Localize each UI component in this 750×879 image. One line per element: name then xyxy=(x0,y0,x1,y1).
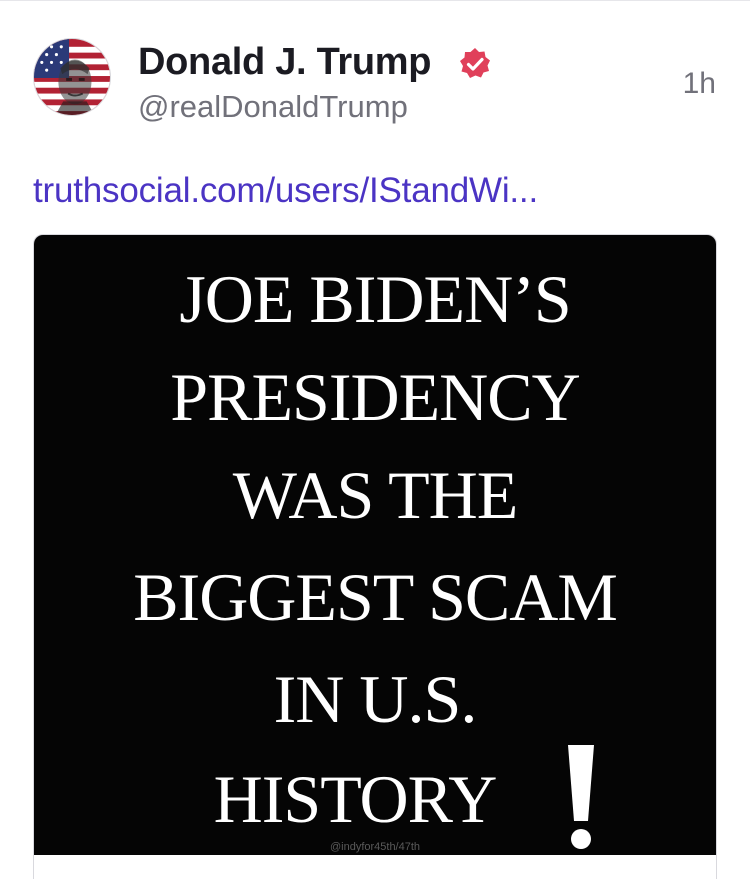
post-media-card[interactable]: JOE BIDEN’S PRESIDENCY WAS THE BIGGEST S… xyxy=(33,234,717,879)
meme-line: WAS THE xyxy=(232,457,519,533)
avatar[interactable] xyxy=(33,38,111,116)
avatar-image xyxy=(34,39,110,115)
meme-line: JOE BIDEN’S xyxy=(179,261,571,337)
post-link[interactable]: truthsocial.com/users/IStandWi... xyxy=(33,171,538,211)
author-handle[interactable]: @realDonaldTrump xyxy=(138,89,408,125)
meme-image: JOE BIDEN’S PRESIDENCY WAS THE BIGGEST S… xyxy=(34,235,716,855)
meme-watermark: @indyfor45th/47th xyxy=(329,841,421,853)
truth-post: Donald J. Trump @realDonaldTrump 1h trut… xyxy=(0,0,750,879)
meme-line: PRESIDENCY xyxy=(170,359,580,435)
author-display-name[interactable]: Donald J. Trump xyxy=(138,41,432,84)
meme-line: IN U.S. xyxy=(273,661,478,737)
post-timestamp[interactable]: 1h xyxy=(683,67,716,101)
verified-badge-icon xyxy=(460,48,490,78)
exclamation-mark: ! xyxy=(568,745,594,849)
meme-line: BIGGEST SCAM xyxy=(133,559,618,635)
meme-line: HISTORY xyxy=(213,761,498,837)
